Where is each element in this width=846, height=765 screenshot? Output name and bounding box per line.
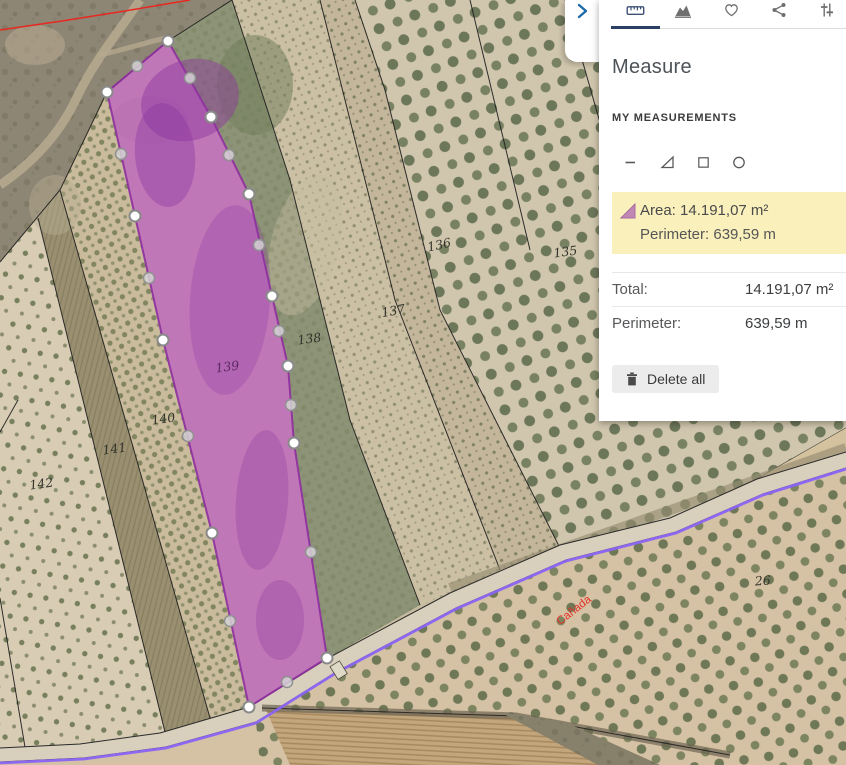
polygon-midpoint-handle[interactable] (274, 326, 285, 337)
delete-all-button[interactable]: Delete all (612, 365, 719, 393)
polygon-vertex-handle[interactable] (130, 211, 141, 222)
parcel-label: 26 (753, 572, 771, 588)
rectangle-tool-button[interactable] (687, 150, 719, 174)
polygon-midpoint-handle[interactable] (286, 400, 297, 411)
polygon-vertex-handle[interactable] (206, 112, 217, 123)
polygon-midpoint-handle[interactable] (225, 616, 236, 627)
tab-measure[interactable] (611, 0, 659, 29)
section-title: MY MEASUREMENTS (612, 112, 737, 124)
total-label: Total: (612, 281, 745, 298)
polygon-vertex-handle[interactable] (244, 702, 255, 713)
total-value: 14.191,07 m² (745, 281, 833, 298)
circle-tool-button[interactable] (723, 150, 755, 174)
measure-panel: Measure MY MEASUREMENTS (599, 0, 846, 421)
polygon-midpoint-handle[interactable] (144, 273, 155, 284)
polygon-midpoint-handle[interactable] (185, 73, 196, 84)
sliders-icon (819, 2, 835, 18)
ruler-icon (626, 2, 645, 19)
app-window: 13513613713813914014114226Cañada (0, 0, 846, 765)
polygon-vertex-handle[interactable] (207, 528, 218, 539)
polygon-tool-button[interactable] (651, 150, 683, 174)
polygon-midpoint-handle[interactable] (183, 431, 194, 442)
measurement-result-item[interactable]: Area: 14.191,07 m² Perimeter: 639,59 m (612, 192, 846, 254)
polygon-vertex-handle[interactable] (102, 87, 113, 98)
tab-share[interactable] (755, 0, 803, 29)
polygon-vertex-handle[interactable] (322, 653, 333, 664)
polygon-midpoint-handle[interactable] (116, 149, 127, 160)
polygon-vertex-handle[interactable] (283, 361, 294, 372)
polygon-midpoint-handle[interactable] (224, 150, 235, 161)
polygon-midpoint-handle[interactable] (254, 240, 265, 251)
circle-tool-icon (731, 154, 747, 170)
polygon-vertex-handle[interactable] (244, 189, 255, 200)
polygon-midpoint-handle[interactable] (306, 547, 317, 558)
collapse-panel-button[interactable] (565, 0, 599, 62)
trash-icon (626, 372, 638, 386)
tab-elevation[interactable] (659, 0, 707, 29)
polygon-vertex-handle[interactable] (289, 438, 300, 449)
tab-settings[interactable] (803, 0, 846, 29)
active-tab-underline (611, 26, 660, 29)
measurement-perimeter-text: Perimeter: 639,59 m (640, 226, 776, 243)
share-icon (771, 2, 787, 18)
draw-tools (615, 150, 755, 174)
perimeter-label: Perimeter: (612, 315, 745, 332)
polygon-shade (256, 580, 304, 660)
tab-favorites[interactable] (707, 0, 755, 29)
perimeter-row: Perimeter: 639,59 m (612, 306, 846, 340)
chevron-right-icon (575, 3, 589, 19)
polygon-vertex-handle[interactable] (267, 291, 278, 302)
polygon-vertex-handle[interactable] (158, 335, 169, 346)
area-triangle-icon (620, 203, 636, 219)
area-chart-icon (674, 2, 692, 19)
line-tool-icon (623, 154, 639, 170)
polygon-midpoint-handle[interactable] (282, 677, 293, 688)
polygon-vertex-handle[interactable] (163, 36, 174, 47)
rectangle-tool-icon (696, 154, 711, 170)
page-title: Measure (612, 56, 692, 79)
total-row: Total: 14.191,07 m² (612, 272, 846, 306)
polygon-tool-icon (659, 154, 676, 170)
measurement-area-text: Area: 14.191,07 m² (640, 202, 768, 219)
perimeter-value: 639,59 m (745, 315, 808, 332)
line-tool-button[interactable] (615, 150, 647, 174)
heart-icon (723, 2, 740, 18)
delete-all-label: Delete all (647, 371, 705, 387)
polygon-midpoint-handle[interactable] (132, 61, 143, 72)
